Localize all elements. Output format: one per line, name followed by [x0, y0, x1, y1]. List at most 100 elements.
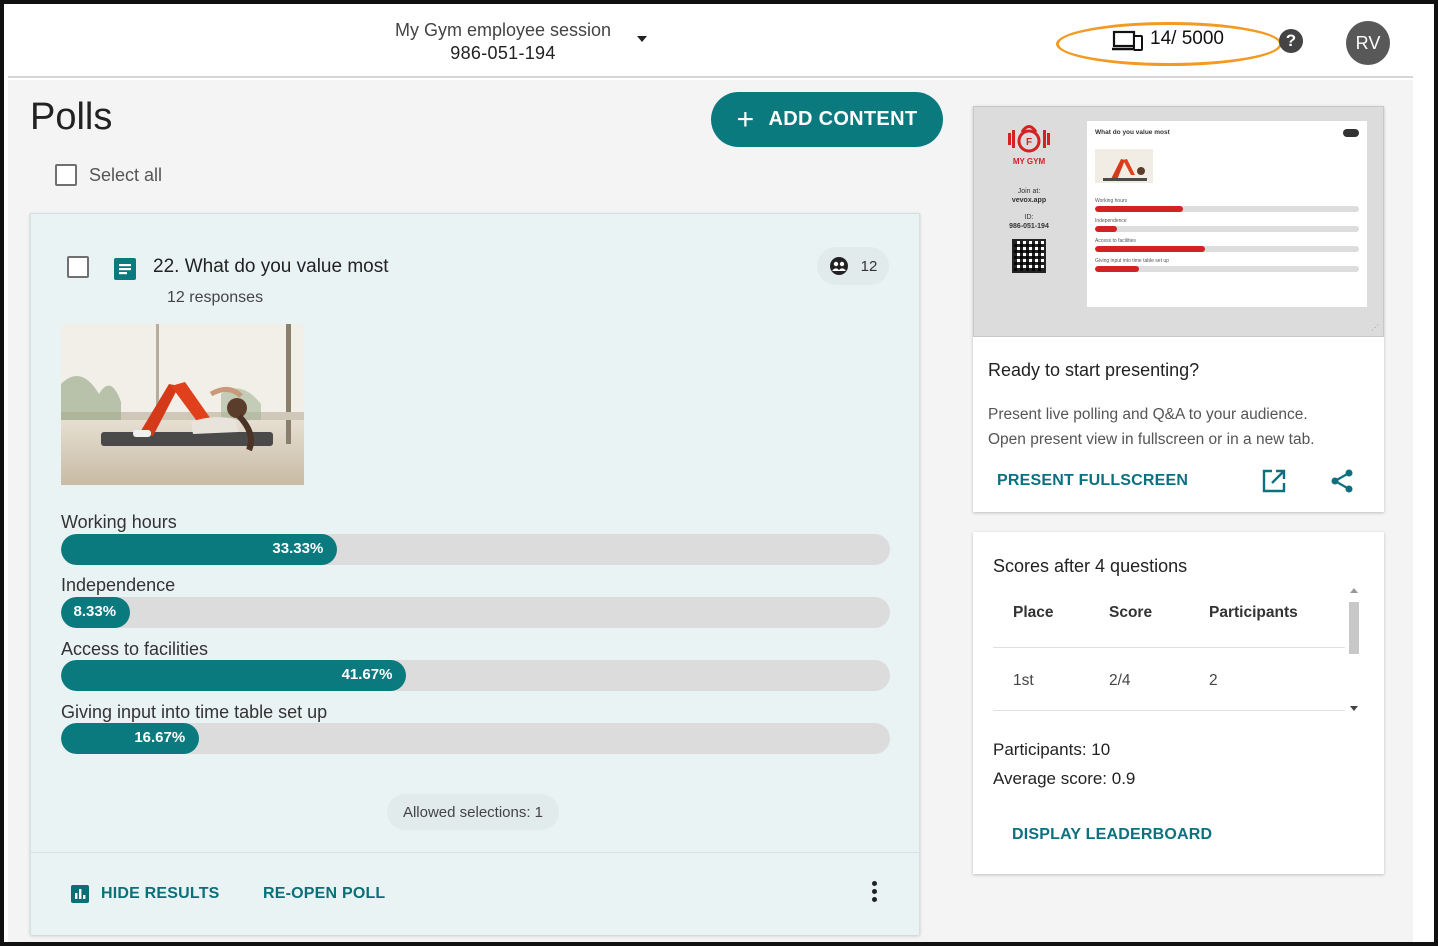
- workout-photo: [61, 324, 304, 485]
- preview-slide: What do you value most Working hours Ind…: [1087, 121, 1367, 307]
- result-percent: 33.33%: [272, 540, 324, 557]
- preview-option: Access to facilities: [1095, 238, 1136, 244]
- present-description-line: Open present view in fullscreen or in a …: [988, 431, 1315, 448]
- chevron-down-icon[interactable]: [637, 36, 647, 42]
- present-description: Present live polling and Q&A to your aud…: [988, 402, 1315, 452]
- option-label: Access to facilities: [61, 639, 209, 659]
- session-selector[interactable]: My Gym employee session 986-051-194: [368, 20, 638, 64]
- user-avatar[interactable]: RV: [1346, 21, 1390, 65]
- svg-text:F: F: [1026, 137, 1032, 148]
- column-header-place: Place: [1013, 604, 1054, 621]
- slide-preview[interactable]: F MY GYM Join at: vevox.app ID: 986-051-…: [973, 106, 1384, 337]
- open-in-new-icon[interactable]: [1261, 468, 1287, 494]
- main-area: Polls Select all + ADD CONTENT 22. What …: [8, 80, 1413, 942]
- select-all-label: Select all: [89, 164, 163, 185]
- preview-thumbnail: [1095, 149, 1153, 183]
- scrollbar[interactable]: [1345, 582, 1363, 718]
- kettlebell-icon: F: [1008, 125, 1050, 153]
- preview-bar: [1095, 226, 1359, 232]
- scroll-down-icon[interactable]: [1350, 706, 1358, 711]
- scroll-thumb[interactable]: [1349, 602, 1359, 654]
- hide-results-button[interactable]: HIDE RESULTS: [71, 885, 220, 903]
- qr-code: [1012, 239, 1046, 273]
- preview-bar-fill: [1095, 206, 1183, 212]
- kebab-icon[interactable]: [869, 881, 879, 905]
- poll-checkbox[interactable]: [67, 256, 89, 278]
- app-window: My Gym employee session 986-051-194 14/ …: [0, 0, 1438, 946]
- preview-bar: [1095, 246, 1359, 252]
- poll-card-footer: HIDE RESULTS RE-OPEN POLL: [31, 852, 919, 935]
- brand-name: MY GYM: [1012, 157, 1046, 166]
- bar-chart-icon: [71, 885, 89, 903]
- result-bar: 16.67%: [61, 723, 890, 754]
- present-fullscreen-button[interactable]: PRESENT FULLSCREEN: [997, 472, 1188, 490]
- present-panel: F MY GYM Join at: vevox.app ID: 986-051-…: [973, 106, 1384, 512]
- preview-option: Working hours: [1095, 198, 1128, 204]
- result-bar-fill: 8.33%: [61, 597, 131, 628]
- brand-logo: F MY GYM: [1004, 121, 1054, 166]
- option-label: Independence: [61, 575, 176, 595]
- select-all-control[interactable]: Select all: [55, 164, 162, 186]
- result-bar-fill: 41.67%: [61, 660, 407, 691]
- option-label: Giving input into time table set up: [61, 702, 328, 722]
- poll-responses-label: 12 responses: [167, 289, 264, 306]
- cell-score: 2/4: [1109, 672, 1131, 689]
- scores-panel: Scores after 4 questions Place Score Par…: [973, 532, 1384, 874]
- top-header: My Gym employee session 986-051-194 14/ …: [8, 8, 1413, 78]
- preview-option: Independence: [1095, 218, 1127, 224]
- page-title: Polls: [30, 96, 113, 138]
- result-bar: 33.33%: [61, 534, 890, 565]
- group-icon: [829, 257, 848, 275]
- scores-title: Scores after 4 questions: [993, 556, 1188, 576]
- preview-option: Giving input into time table set up: [1095, 258, 1169, 264]
- preview-bar-fill: [1095, 266, 1139, 272]
- present-title: Ready to start presenting?: [988, 360, 1200, 380]
- result-bar: 8.33%: [61, 597, 890, 628]
- scroll-up-icon[interactable]: [1350, 588, 1358, 593]
- display-leaderboard-button[interactable]: DISPLAY LEADERBOARD: [1012, 826, 1212, 844]
- present-description-line: Present live polling and Q&A to your aud…: [988, 406, 1308, 423]
- participant-quota: 14/ 5000: [1150, 28, 1224, 49]
- help-icon[interactable]: ?: [1279, 29, 1303, 53]
- option-label: Working hours: [61, 512, 177, 532]
- share-icon[interactable]: [1329, 468, 1355, 494]
- hide-results-label: HIDE RESULTS: [101, 885, 220, 902]
- join-info: Join at: vevox.app ID: 986-051-194: [996, 187, 1062, 231]
- add-content-button[interactable]: + ADD CONTENT: [711, 92, 943, 147]
- id-value: 986-051-194: [1009, 223, 1049, 230]
- preview-bar: [1095, 266, 1359, 272]
- cell-place: 1st: [1013, 672, 1034, 689]
- add-content-label: ADD CONTENT: [768, 108, 918, 130]
- join-label: Join at:: [1017, 188, 1041, 195]
- column-header-score: Score: [1109, 604, 1153, 621]
- preview-bar: [1095, 206, 1359, 212]
- result-percent: 41.67%: [341, 666, 393, 683]
- average-score-stat: Average score: 0.9: [993, 769, 1136, 788]
- participants-stat: Participants: 10: [993, 740, 1111, 759]
- divider: [993, 710, 1345, 711]
- session-code: 986-051-194: [450, 43, 556, 63]
- session-name: My Gym employee session: [394, 20, 612, 40]
- preview-bar-fill: [1095, 246, 1205, 252]
- poll-card: 22. What do you value most 12 responses …: [30, 213, 920, 935]
- response-count: 12: [860, 257, 878, 275]
- preview-bar-fill: [1095, 226, 1117, 232]
- allowed-selections-chip: Allowed selections: 1: [387, 794, 559, 830]
- resize-icon: ⋰: [1371, 323, 1379, 332]
- toggle-icon: [1343, 129, 1359, 137]
- column-header-participants: Participants: [1209, 604, 1298, 621]
- scores-table-header: Place Score Participants: [993, 604, 1345, 648]
- result-bar: 41.67%: [61, 660, 890, 691]
- result-percent: 8.33%: [73, 603, 117, 620]
- reopen-poll-button[interactable]: RE-OPEN POLL: [263, 885, 385, 903]
- poll-image: [61, 324, 304, 485]
- result-percent: 16.67%: [134, 729, 186, 746]
- result-bar-fill: 33.33%: [61, 534, 338, 565]
- id-label: ID:: [1024, 214, 1034, 221]
- document-icon: [114, 258, 136, 280]
- cell-participants: 2: [1209, 672, 1218, 689]
- select-all-checkbox[interactable]: [55, 164, 77, 186]
- response-count-chip: 12: [817, 247, 889, 285]
- plus-icon: +: [736, 102, 755, 136]
- join-url: vevox.app: [1011, 197, 1047, 204]
